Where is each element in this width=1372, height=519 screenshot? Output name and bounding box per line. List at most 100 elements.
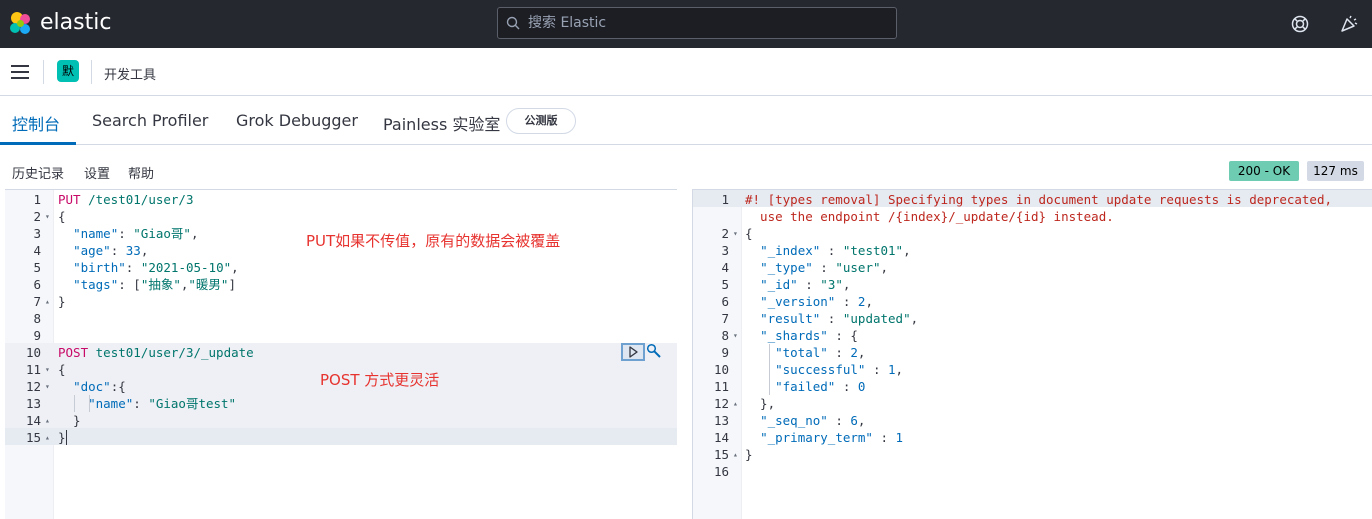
request-line[interactable]: 7 ▴} [5,293,677,310]
code-text: "name": "Giao哥", [73,226,199,241]
line-number: 2 [721,226,729,241]
line-number: 1 [33,192,41,207]
response-line[interactable]: 2 ▾ { [693,225,1372,242]
code-text: "_seq_no" : 6, [760,413,866,428]
response-line[interactable]: 15 ▴} [693,446,1372,463]
line-number: 8 [721,328,729,343]
request-line[interactable]: 14 ▴ } [5,412,677,429]
request-line[interactable]: 2 ▾ { [5,208,677,225]
put-annotation: PUT如果不传值，原有的数据会被覆盖 [306,232,561,250]
help-link[interactable]: 帮助 [128,163,154,182]
response-line[interactable]: 11 "failed" : 0 [693,378,1372,395]
code-text: POST test01/user/3/_update [58,345,254,360]
menu-toggle-icon[interactable] [11,65,29,79]
code-text: PUT /test01/user/3 [58,192,194,207]
help-icon[interactable] [1290,14,1310,34]
brand-name[interactable]: elastic [40,10,111,35]
code-text: "age": 33, [73,243,149,258]
code-text: { [58,362,66,377]
request-line[interactable]: 1 PUT /test01/user/3 [5,191,677,208]
request-line[interactable]: 13 "name": "Giao哥test" [5,395,677,412]
warning-text: #! [types removal] Specifying types in d… [745,192,1332,207]
line-number: 13 [713,413,729,428]
line-number: 9 [721,345,729,360]
breadcrumb: 开发工具 [104,68,157,83]
request-line[interactable]: 8 [5,310,677,327]
request-line[interactable]: 10 POST test01/user/3/_update [5,344,677,361]
request-line[interactable]: 15 ▴} [5,429,677,446]
line-number: 6 [33,277,41,292]
fold-toggle-icon[interactable]: ▴ [733,395,738,412]
request-line[interactable]: 6 "tags": ["抽象","暖男"] [5,276,677,293]
fold-toggle-icon[interactable]: ▾ [733,225,738,242]
indent-guide [74,395,75,412]
line-number: 6 [721,294,729,309]
tab-painless-lab[interactable]: Painless 实验室 [383,111,500,135]
response-line[interactable]: 9 "total" : 2, [693,344,1372,361]
global-search[interactable] [497,7,897,39]
post-annotation: POST 方式更灵活 [320,371,440,389]
code-text: "name": "Giao哥test" [88,396,237,411]
fold-toggle-icon[interactable]: ▾ [45,208,50,225]
settings-link[interactable]: 设置 [84,163,110,182]
indent-guide [89,395,90,412]
request-line[interactable]: 9 [5,327,677,344]
divider [91,60,92,84]
line-number: 11 [25,362,41,377]
code-text: "result" : "updated", [760,311,919,326]
line-number: 7 [721,311,729,326]
fold-toggle-icon[interactable]: ▾ [45,378,50,395]
code-text: } [58,430,66,445]
response-warning-line[interactable]: 1 #! [types removal] Specifying types in … [693,191,1372,225]
fold-toggle-icon[interactable]: ▴ [45,293,50,310]
code-text: "_shards" : { [760,328,858,343]
response-line[interactable]: 5 "_id" : "3", [693,276,1372,293]
response-line[interactable]: 10 "successful" : 1, [693,361,1372,378]
line-number: 7 [33,294,41,309]
response-line[interactable]: 3 "_index" : "test01", [693,242,1372,259]
line-number: 16 [713,464,729,479]
divider [43,60,44,84]
response-line[interactable]: 7 "result" : "updated", [693,310,1372,327]
line-number: 13 [25,396,41,411]
request-line[interactable]: 5 "birth": "2021-05-10", [5,259,677,276]
fold-toggle-icon[interactable]: ▾ [45,361,50,378]
fold-toggle-icon[interactable]: ▴ [45,412,50,429]
response-line[interactable]: 8 ▾ "_shards" : { [693,327,1372,344]
global-header: elastic [0,0,1372,48]
code-text: "failed" : 0 [775,379,866,394]
line-number: 4 [721,260,729,275]
status-badge: 200 - OK [1229,161,1299,181]
line-number: 10 [713,362,729,377]
newsfeed-icon[interactable] [1339,14,1359,34]
response-editor[interactable]: 1 #! [types removal] Specifying types in … [692,189,1372,519]
response-line[interactable]: 14 "_primary_term" : 1 [693,429,1372,446]
response-line[interactable]: 4 "_type" : "user", [693,259,1372,276]
line-number: 14 [713,430,729,445]
response-line[interactable]: 12 ▴ }, [693,395,1372,412]
search-input[interactable] [528,13,888,33]
send-request-button[interactable] [621,343,645,361]
elastic-logo-icon[interactable] [8,11,34,37]
play-icon [629,346,638,358]
code-text: "doc":{ [73,379,126,394]
code-text: { [58,209,66,224]
fold-toggle-icon[interactable]: ▾ [733,327,738,344]
wrench-icon[interactable] [646,343,662,359]
tab-grok-debugger[interactable]: Grok Debugger [236,111,358,130]
response-line[interactable]: 13 "_seq_no" : 6, [693,412,1372,429]
code-text: } [58,413,81,428]
tab-console[interactable]: 控制台 [12,111,60,135]
fold-toggle-icon[interactable]: ▴ [733,446,738,463]
response-line[interactable]: 6 "_version" : 2, [693,293,1372,310]
history-link[interactable]: 历史记录 [12,163,64,182]
tab-search-profiler[interactable]: Search Profiler [92,111,208,130]
text-cursor [66,430,67,445]
fold-toggle-icon[interactable]: ▴ [45,429,50,446]
response-line[interactable]: 16 [693,463,1372,480]
space-avatar[interactable]: 默 [57,60,79,82]
line-number: 9 [33,328,41,343]
code-text: "_version" : 2, [760,294,873,309]
code-text: "tags": ["抽象","暖男"] [73,277,236,292]
dev-tools-tabs: 控制台 Search Profiler Grok Debugger Painle… [0,97,1372,145]
